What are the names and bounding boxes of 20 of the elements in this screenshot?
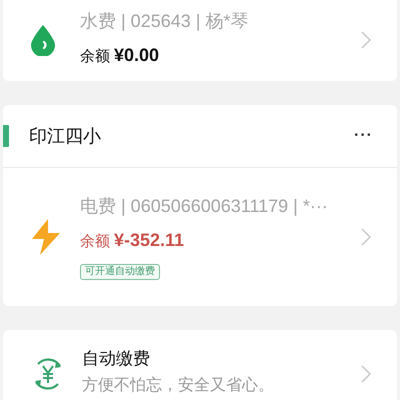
group-title: 印江四小 (29, 124, 102, 148)
autopay-card[interactable]: 自动缴费 方便不怕忘，安全又省心。 (3, 330, 397, 400)
balance-amount: ¥-352.11 (114, 228, 184, 252)
chevron-right-icon (361, 228, 371, 246)
lightning-icon (30, 219, 62, 255)
autopay-title: 自动缴费 (82, 348, 151, 370)
bill-title: 水费 | 025643 | 杨*琴 (80, 10, 250, 32)
autopay-tag: 可开通自动缴费 (80, 264, 160, 280)
balance-label: 余额 (80, 232, 110, 252)
autopay-subtitle: 方便不怕忘，安全又省心。 (82, 375, 275, 396)
chevron-right-icon (361, 364, 371, 383)
more-button[interactable]: ··· (354, 124, 373, 148)
balance-label: 余额 (80, 47, 110, 67)
balance-amount: ¥0.00 (114, 44, 160, 67)
accent-bar (3, 125, 9, 147)
chevron-right-icon (361, 30, 371, 48)
bill-title: 电费 | 0605066006311179 | *··· (80, 194, 329, 216)
bill-row[interactable]: 水费 | 025643 | 杨*琴 余额 ¥0.00 (3, 0, 397, 81)
water-drop-icon (30, 24, 56, 56)
bill-row[interactable]: 电费 | 0605066006311179 | *··· 余额 ¥-352.11 可开通自动缴费 (3, 168, 397, 306)
